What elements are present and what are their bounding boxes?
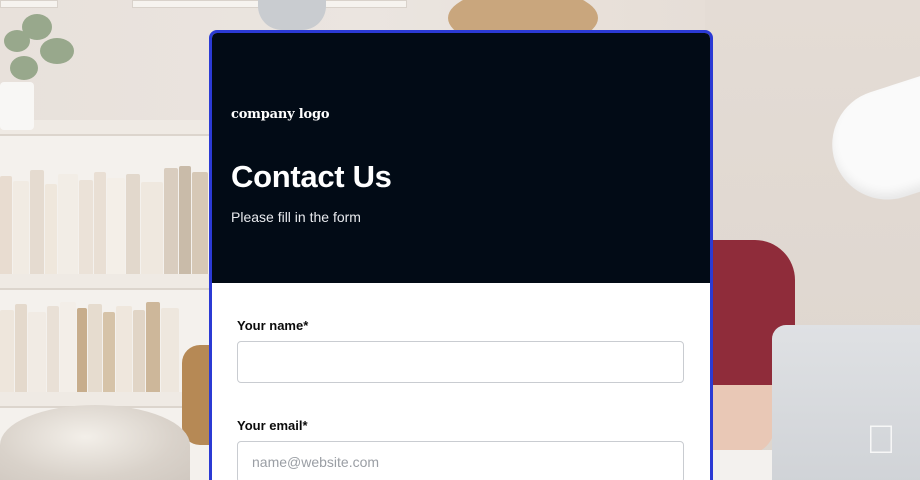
form-header: company logo Contact Us Please fill in t…	[212, 33, 710, 283]
plant-leaf	[10, 56, 38, 80]
email-label: Your email*	[237, 418, 308, 433]
name-label: Your name*	[237, 318, 309, 333]
shelf-board	[0, 274, 210, 290]
laptop	[772, 325, 920, 480]
email-field[interactable]	[237, 441, 684, 480]
plant-leaf	[22, 14, 52, 40]
books-row	[0, 292, 208, 402]
company-logo: company logo	[231, 107, 330, 122]
apple-icon: 	[866, 418, 896, 462]
lamp-base	[258, 0, 326, 30]
page-title: Contact Us	[231, 159, 392, 194]
picture-frame	[0, 0, 58, 8]
books-row	[0, 166, 208, 276]
plant-pot	[0, 82, 34, 130]
plant-leaf	[40, 38, 74, 64]
glass-vase	[0, 405, 190, 480]
basket	[182, 345, 212, 445]
contact-form-card: company logo Contact Us Please fill in t…	[209, 30, 713, 480]
form-subtitle: Please fill in the form	[231, 209, 361, 225]
person-arm	[705, 385, 775, 455]
form-body: Your name* Your email*	[212, 283, 710, 480]
name-field[interactable]	[237, 341, 684, 383]
